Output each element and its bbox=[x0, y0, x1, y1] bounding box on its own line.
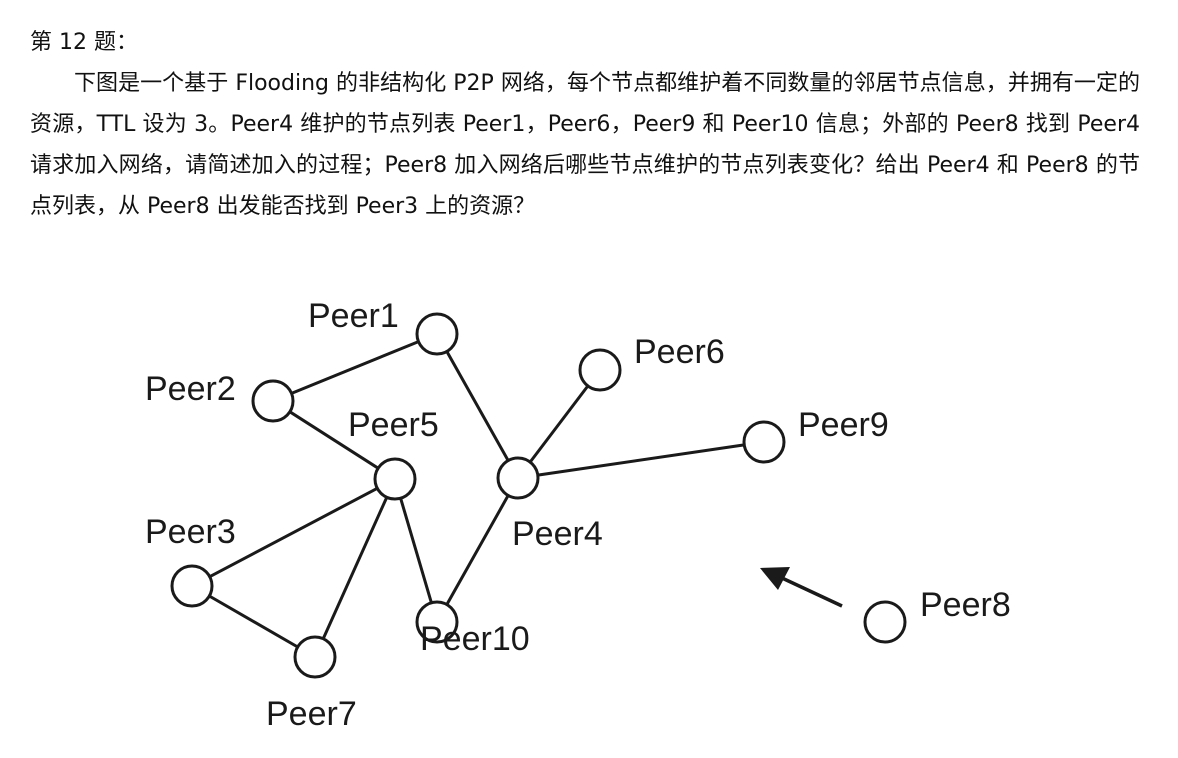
node-peer9 bbox=[742, 420, 786, 464]
node-peer8 bbox=[863, 600, 907, 644]
node-peer5 bbox=[373, 457, 417, 501]
network-nodes bbox=[170, 312, 907, 679]
join-arrow-line bbox=[781, 576, 843, 608]
edge-peer3-peer7 bbox=[208, 594, 299, 649]
label-peer3: Peer3 bbox=[145, 513, 236, 551]
edge-peer4-peer10 bbox=[445, 494, 510, 606]
edge-peer5-peer7 bbox=[321, 496, 389, 640]
node-peer3 bbox=[170, 564, 214, 608]
node-peer1 bbox=[415, 312, 459, 356]
label-peer4: Peer4 bbox=[512, 515, 603, 553]
node-peer2 bbox=[251, 379, 295, 423]
label-peer8: Peer8 bbox=[920, 586, 1011, 624]
edge-peer1-peer4 bbox=[445, 350, 510, 462]
node-peer6 bbox=[578, 348, 622, 392]
edge-peer6-peer4 bbox=[528, 384, 590, 464]
join-arrow bbox=[760, 567, 843, 608]
label-peer10: Peer10 bbox=[420, 620, 530, 658]
label-peer2: Peer2 bbox=[145, 370, 236, 408]
edge-peer9-peer4 bbox=[537, 443, 745, 477]
edge-peer2-peer1 bbox=[290, 340, 420, 395]
label-peer1: Peer1 bbox=[308, 297, 399, 335]
label-peer5: Peer5 bbox=[348, 406, 439, 444]
label-peer9: Peer9 bbox=[798, 406, 889, 444]
node-peer4 bbox=[496, 456, 540, 500]
label-peer6: Peer6 bbox=[634, 333, 725, 371]
network-labels: Peer1 Peer2 Peer3 Peer4 Peer5 Peer6 Peer7 Peer8… bbox=[145, 297, 1011, 733]
node-peer7 bbox=[293, 635, 337, 679]
label-peer7: Peer7 bbox=[266, 695, 357, 733]
edge-peer5-peer10 bbox=[399, 497, 433, 604]
p2p-network-diagram: Peer1 Peer2 Peer3 Peer4 Peer5 Peer6 Peer7 Peer8… bbox=[145, 297, 1011, 733]
